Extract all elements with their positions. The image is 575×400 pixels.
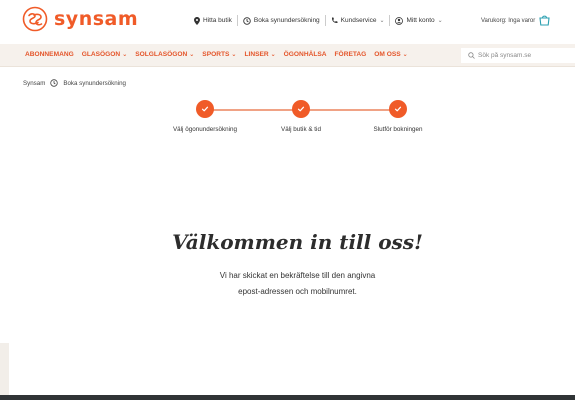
search-input[interactable] [478, 52, 568, 59]
welcome-heading: Välkommen in till oss! [172, 230, 423, 254]
nav-item-om-oss[interactable]: OM OSS ⌄ [374, 51, 407, 58]
chevron-down-icon: ⌄ [122, 52, 128, 58]
nav-item-label: GLASÖGON [81, 51, 121, 58]
book-eye-exam-link[interactable]: Boka synundersökning [236, 15, 325, 26]
clock-icon [243, 16, 251, 25]
nav-item-label: FÖRETAG [334, 51, 367, 58]
nav-menu: ABONNEMANG GLASÖGON ⌄ SOLGLASÖGON ⌄ SPORTS… [25, 51, 416, 58]
checkmark-icon [297, 106, 305, 112]
confirmation-line-2: epost-adressen och mobilnumret. [238, 287, 357, 296]
location-pin-icon [194, 16, 200, 25]
booking-stepper: Välj ögonundersökning Välj butik & tid S… [0, 99, 575, 144]
breadcrumb-current: Boka synundersökning [63, 79, 126, 87]
breadcrumb-separator [50, 79, 59, 87]
nav-item-label: ABONNEMANG [25, 51, 74, 58]
nav-item-label: OM OSS [374, 51, 401, 58]
find-store-link[interactable]: Hitta butik [189, 15, 237, 26]
nav-item-glasogon[interactable]: GLASÖGON ⌄ [82, 51, 128, 58]
step-choose-exam: Välj ögonundersökning [150, 99, 260, 133]
confirmation-message: Vi har skickat en bekräftelse till den a… [0, 268, 575, 300]
cart-link[interactable]: Varukorg: Inga varor [481, 14, 550, 28]
nav-item-foretag[interactable]: FÖRETAG [335, 51, 367, 58]
find-store-label: Hitta butik [203, 17, 232, 24]
cart-label: Varukorg: Inga varor [481, 18, 536, 24]
step-label: Välj butik & tid [281, 126, 321, 133]
chevron-down-icon: ⌄ [231, 52, 237, 58]
step-label: Välj ögonundersökning [172, 126, 238, 133]
side-strip [0, 343, 9, 395]
nav-item-label: SOLGLASÖGON [135, 51, 188, 58]
phone-icon [331, 17, 338, 24]
search-box[interactable] [461, 48, 575, 63]
nav-item-solglasogon[interactable]: SOLGLASÖGON ⌄ [135, 51, 194, 58]
checkmark-icon [394, 106, 402, 112]
bottom-bar [0, 395, 575, 400]
chevron-down-icon: ⌄ [379, 18, 385, 24]
confirmation-line-1: Vi har skickat en bekräftelse till den a… [219, 271, 376, 280]
chevron-down-icon: ⌄ [189, 52, 195, 58]
user-icon [395, 16, 404, 25]
step-complete-indicator [292, 100, 310, 118]
main-navigation: ABONNEMANG GLASÖGON ⌄ SOLGLASÖGON ⌄ SPORTS… [0, 44, 575, 67]
nav-item-linser[interactable]: LINSER ⌄ [244, 51, 275, 58]
customer-service-link[interactable]: Kundservice ⌄ [324, 15, 390, 26]
logo-wordmark: synsam [54, 8, 139, 30]
clock-icon [50, 79, 59, 87]
nav-item-label: SPORTS [202, 51, 230, 58]
synsam-logo[interactable]: synsam [22, 6, 138, 32]
customer-service-label: Kundservice [340, 17, 377, 24]
nav-item-sports[interactable]: SPORTS ⌄ [202, 51, 236, 58]
checkmark-icon [201, 106, 209, 112]
top-bar: synsam Hitta butik Boka synundersökning … [0, 0, 575, 44]
step-choose-store-time: Välj butik & tid [246, 99, 356, 133]
my-account-label: Mitt konto [406, 17, 435, 24]
synsam-logo-mark-icon [22, 6, 48, 32]
step-complete-indicator [389, 100, 407, 118]
nav-item-label: ÖGONHÄLSA [283, 51, 327, 58]
book-eye-exam-label: Boka synundersökning [253, 17, 320, 24]
breadcrumb: Synsam Boka synundersökning [23, 79, 126, 87]
step-complete-indicator [196, 100, 214, 118]
nav-item-abonnemang[interactable]: ABONNEMANG [25, 51, 74, 58]
chevron-down-icon: ⌄ [402, 52, 408, 58]
breadcrumb-home[interactable]: Synsam [23, 80, 45, 87]
step-complete-booking: Slutför bokningen [343, 99, 453, 133]
chevron-down-icon: ⌄ [437, 18, 443, 24]
step-label: Slutför bokningen [373, 126, 423, 133]
shopping-bag-icon [539, 14, 550, 28]
search-icon [468, 52, 475, 59]
nav-item-ogonhalsa[interactable]: ÖGONHÄLSA [284, 51, 327, 58]
utility-links: Hitta butik Boka synundersökning Kundser… [189, 15, 448, 26]
chevron-down-icon: ⌄ [270, 52, 276, 58]
nav-item-label: LINSER [244, 51, 269, 58]
my-account-link[interactable]: Mitt konto ⌄ [389, 15, 447, 26]
